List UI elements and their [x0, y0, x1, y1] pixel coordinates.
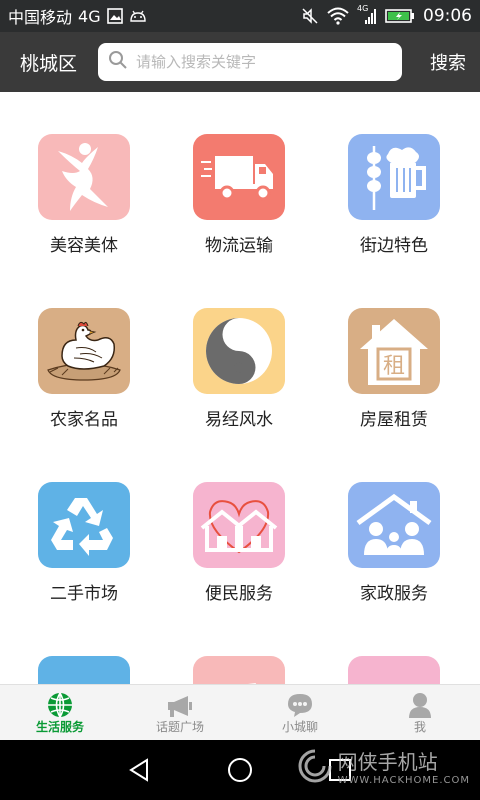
status-bar: 中国移动 4G 4G 09:06: [0, 0, 480, 32]
home-button[interactable]: [210, 745, 270, 795]
network-label: 4G: [78, 6, 101, 26]
category-icon-tile: [193, 656, 285, 684]
clock: 09:06: [423, 6, 472, 26]
app-screen: 中国移动 4G 4G 09:06 桃城区 请输入搜索关键字 搜索 美容美体 物流…: [0, 0, 480, 800]
category-row4-1[interactable]: [18, 656, 148, 684]
category-icon-tile: [38, 482, 130, 568]
watermark-title: 网侠手机站: [337, 750, 438, 774]
category-icon-tile: [38, 656, 130, 684]
tab-town-chat[interactable]: 小城聊: [240, 685, 360, 740]
back-button[interactable]: [110, 745, 170, 795]
category-icon-tile: [193, 308, 285, 394]
tab-me[interactable]: 我: [360, 685, 480, 740]
hen-icon: [47, 321, 121, 381]
category-logistics[interactable]: 物流运输: [173, 134, 303, 274]
heart-house-icon: [200, 500, 278, 554]
category-icon-tile: [38, 134, 130, 220]
family-house-icon: [356, 493, 432, 555]
category-convenience[interactable]: 便民服务: [173, 482, 303, 622]
category-fengshui[interactable]: 易经风水: [173, 308, 303, 448]
category-icon-tile: [348, 134, 440, 220]
category-label: 家政服务: [360, 584, 428, 604]
category-farm-products[interactable]: 农家名品: [18, 308, 148, 448]
image-notification-icon: [106, 8, 123, 24]
header-bar: 桃城区 搜索: [0, 32, 480, 92]
category-label: 美容美体: [50, 236, 118, 256]
home-circle-icon: [228, 758, 252, 782]
category-icon-tile: 租: [348, 308, 440, 394]
android-debug-icon: [129, 9, 147, 23]
tab-label: 我: [413, 720, 426, 734]
person-icon: [408, 690, 432, 718]
category-label: 街边特色: [360, 236, 428, 256]
category-icon-tile: [193, 482, 285, 568]
battery-icon: [385, 8, 415, 24]
search-box[interactable]: [98, 43, 402, 81]
category-beauty[interactable]: 美容美体: [18, 134, 148, 274]
mute-icon: [301, 7, 319, 25]
category-label: 物流运输: [205, 236, 273, 256]
chat-bubble-icon: [286, 690, 314, 718]
search-icon: [108, 50, 128, 74]
district-selector[interactable]: 桃城区: [20, 49, 90, 76]
cell-signal-icon: 4G: [357, 4, 377, 26]
wifi-icon: [327, 7, 349, 25]
tab-topic-square[interactable]: 话题广场: [120, 685, 240, 740]
signal-type-label: 4G: [357, 4, 369, 13]
category-icon-tile: [348, 656, 440, 684]
category-label: 便民服务: [205, 584, 273, 604]
dancer-icon: [58, 143, 108, 211]
tab-label: 生活服务: [35, 720, 84, 734]
watermark-url: WWW.HACKHOME.COM: [337, 775, 470, 786]
category-label: 房屋租赁: [360, 410, 428, 430]
category-label: 易经风水: [205, 410, 273, 430]
tab-life-services[interactable]: 生活服务: [0, 685, 120, 740]
category-icon-tile: [348, 482, 440, 568]
house-rent-icon: 租: [360, 319, 428, 385]
megaphone-icon: [166, 690, 194, 718]
category-icon-tile: [38, 308, 130, 394]
search-button[interactable]: 搜索: [430, 49, 466, 75]
truck-icon: [201, 156, 273, 201]
category-label: 二手市场: [50, 584, 118, 604]
beer-skewer-icon: [367, 146, 426, 210]
category-housekeeping[interactable]: 家政服务: [328, 482, 458, 622]
tab-label: 小城聊: [281, 720, 318, 734]
svg-text:租: 租: [383, 354, 405, 379]
tab-label: 话题广场: [155, 720, 204, 734]
category-icon-tile: [193, 134, 285, 220]
yin-yang-icon: [206, 318, 272, 384]
category-second-hand[interactable]: 二手市场: [18, 482, 148, 622]
category-street-food[interactable]: 街边特色: [328, 134, 458, 274]
category-row4-2[interactable]: [173, 656, 303, 684]
back-triangle-icon: [129, 758, 148, 782]
watermark: 网侠手机站 WWW.HACKHOME.COM: [298, 746, 470, 786]
carrier-label: 中国移动: [8, 8, 73, 27]
bottom-tab-bar: 生活服务 话题广场 小城聊 我: [0, 684, 480, 740]
watermark-logo-icon: [298, 749, 332, 783]
category-row4-3[interactable]: [328, 656, 458, 684]
globe-icon: [47, 690, 73, 718]
category-housing-rent[interactable]: 租 房屋租赁: [328, 308, 458, 448]
category-label: 农家名品: [50, 410, 118, 430]
category-grid: 美容美体 物流运输 街边特色 农家名品 易经风水 租 房屋租赁 二手市场 便民服…: [0, 92, 480, 684]
search-input[interactable]: [136, 53, 376, 71]
recycle-icon: [51, 498, 113, 556]
